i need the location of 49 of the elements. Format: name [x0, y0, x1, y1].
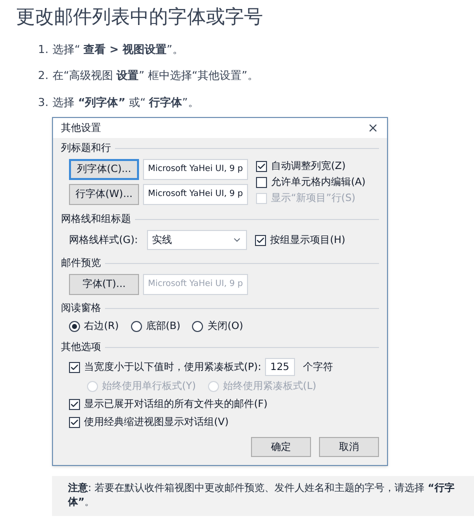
checkbox-label: 显示已展开对话组的所有文件夹的邮件(F)	[84, 398, 268, 412]
group-heading: 其他选项	[61, 340, 101, 356]
close-icon[interactable]	[367, 122, 379, 134]
checkbox[interactable]	[256, 161, 267, 172]
checkbox[interactable]	[69, 399, 80, 410]
radio-label: 始终使用紧凑板式(L)	[222, 380, 316, 394]
gridline-style-dropdown[interactable]: 实线	[147, 230, 247, 250]
step-number: 1.	[38, 42, 48, 58]
character-count-field[interactable]: 125	[265, 358, 296, 376]
checkbox[interactable]	[69, 362, 80, 373]
checkbox[interactable]	[255, 234, 266, 246]
radio-label: 右边(R)	[84, 320, 119, 334]
group-heading: 列标题和行	[61, 142, 111, 156]
page-title: 更改邮件列表中的字体或字号	[15, 5, 264, 30]
group-heading: 网格线和组标题	[61, 212, 131, 228]
checkbox-label: 按组显示项目(H)	[270, 234, 346, 248]
checkbox-label: 当宽度小于以下值时，使用紧凑板式(P):	[84, 360, 262, 375]
check-icon	[256, 236, 265, 245]
note-text: 注意: 若要在默认收件箱视图中更改邮件预览、发件人姓名和主题的字号，请选择 “行字体”。	[68, 482, 456, 510]
group-heading: 阅读窗格	[61, 302, 101, 316]
check-icon	[256, 162, 266, 172]
radio-button[interactable]	[130, 321, 142, 332]
dialog-title: 其他设置	[61, 122, 101, 136]
unit-label: 个字符	[303, 360, 334, 375]
radio-button[interactable]	[192, 321, 204, 332]
radio-label: 底部(B)	[146, 320, 180, 334]
step-number: 2.	[38, 68, 48, 84]
step-text: 选择“ 查看 > 视图设置”。	[52, 42, 184, 58]
dialog-button[interactable]: 取消	[319, 437, 379, 458]
checkbox[interactable]	[69, 417, 80, 428]
checkbox-label: 自动调整列宽(Z)	[270, 160, 346, 174]
radio-button[interactable]	[69, 321, 80, 332]
font-field[interactable]: Microsoft YaHei UI, 9 p	[143, 159, 248, 180]
radio-label: 始终使用单行板式(Y)	[102, 380, 196, 394]
step-text: 在“高级视图 设置” 框中选择“其他设置”。	[52, 68, 258, 84]
font-field[interactable]: Microsoft YaHei UI, 9 p	[143, 184, 248, 206]
font-button[interactable]: 列字体(C)...	[69, 159, 139, 180]
checkbox-label: 允许单元格内编辑(A)	[270, 176, 366, 190]
check-icon	[70, 362, 79, 372]
radio-label: 关闭(O)	[207, 320, 244, 334]
dialog-button[interactable]: 确定	[251, 437, 311, 458]
checkbox-label: 显示“新项目”行(S)	[270, 192, 356, 206]
checkbox-label: 使用经典缩进视图显示对话组(V)	[84, 416, 229, 430]
font-button[interactable]: 行字体(W)...	[69, 184, 139, 206]
checkbox[interactable]	[256, 177, 267, 188]
step-text: 选择 “列字体” 或“ 行字体”。	[52, 94, 199, 111]
step-number: 3.	[38, 94, 48, 111]
gridline-style-label: 网格线样式(G):	[69, 234, 139, 248]
group-heading: 邮件预览	[61, 256, 101, 272]
